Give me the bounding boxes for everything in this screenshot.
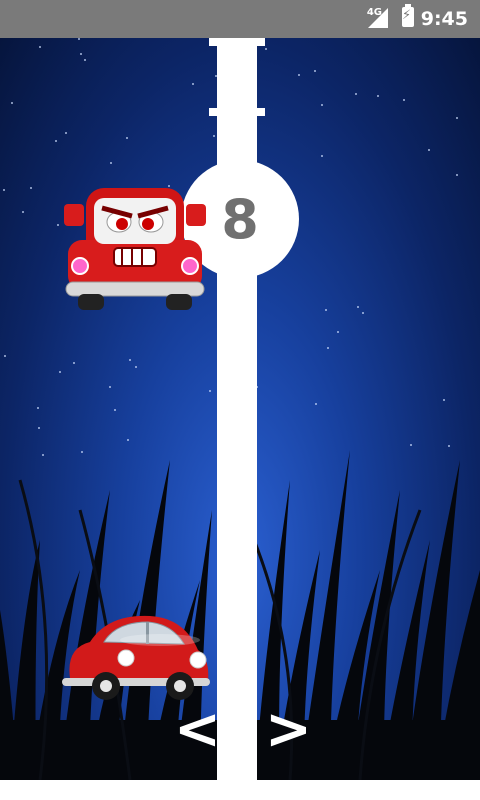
move-left-button[interactable]: < [174, 702, 221, 758]
star [403, 99, 405, 101]
star [377, 95, 379, 97]
star [129, 359, 131, 361]
star [55, 140, 57, 142]
star [80, 53, 82, 55]
angry-red-truck-icon [64, 188, 206, 310]
star [109, 386, 111, 388]
star [357, 306, 359, 308]
star [84, 59, 86, 61]
star [110, 162, 112, 164]
road-divider [209, 38, 265, 780]
star [37, 407, 39, 409]
star [209, 390, 211, 392]
star [362, 312, 364, 314]
star [65, 132, 67, 134]
star [126, 137, 128, 139]
star [314, 70, 316, 72]
star [39, 46, 41, 48]
star [315, 403, 317, 405]
star [3, 189, 5, 191]
road-notch [209, 38, 265, 46]
star [456, 174, 458, 176]
star [135, 366, 137, 368]
star [456, 117, 458, 119]
star [355, 93, 357, 95]
game-scene[interactable]: 8 < > [0, 38, 480, 780]
red-beetle-car-icon [62, 615, 210, 700]
star [298, 74, 300, 76]
star [30, 187, 32, 189]
status-bar: 4G 9:45 [0, 0, 480, 38]
star [337, 331, 339, 333]
star [192, 83, 194, 85]
move-right-button[interactable]: > [265, 702, 312, 758]
battery-charging-icon [402, 4, 414, 27]
star [4, 355, 6, 357]
star [22, 211, 24, 213]
star [78, 38, 80, 40]
bottom-strip [0, 780, 480, 800]
star [59, 371, 61, 373]
road-notch [209, 108, 265, 116]
star [325, 309, 327, 311]
star [327, 347, 329, 349]
star [265, 48, 267, 50]
star [321, 155, 323, 157]
star [213, 135, 215, 137]
star [114, 409, 116, 411]
star [11, 102, 13, 104]
star [321, 104, 323, 106]
star [73, 362, 75, 364]
star [57, 224, 59, 226]
score-value: 8 [221, 187, 259, 251]
signal-icon [368, 8, 388, 28]
status-time: 9:45 [420, 8, 468, 30]
star [443, 399, 445, 401]
star [428, 149, 430, 151]
